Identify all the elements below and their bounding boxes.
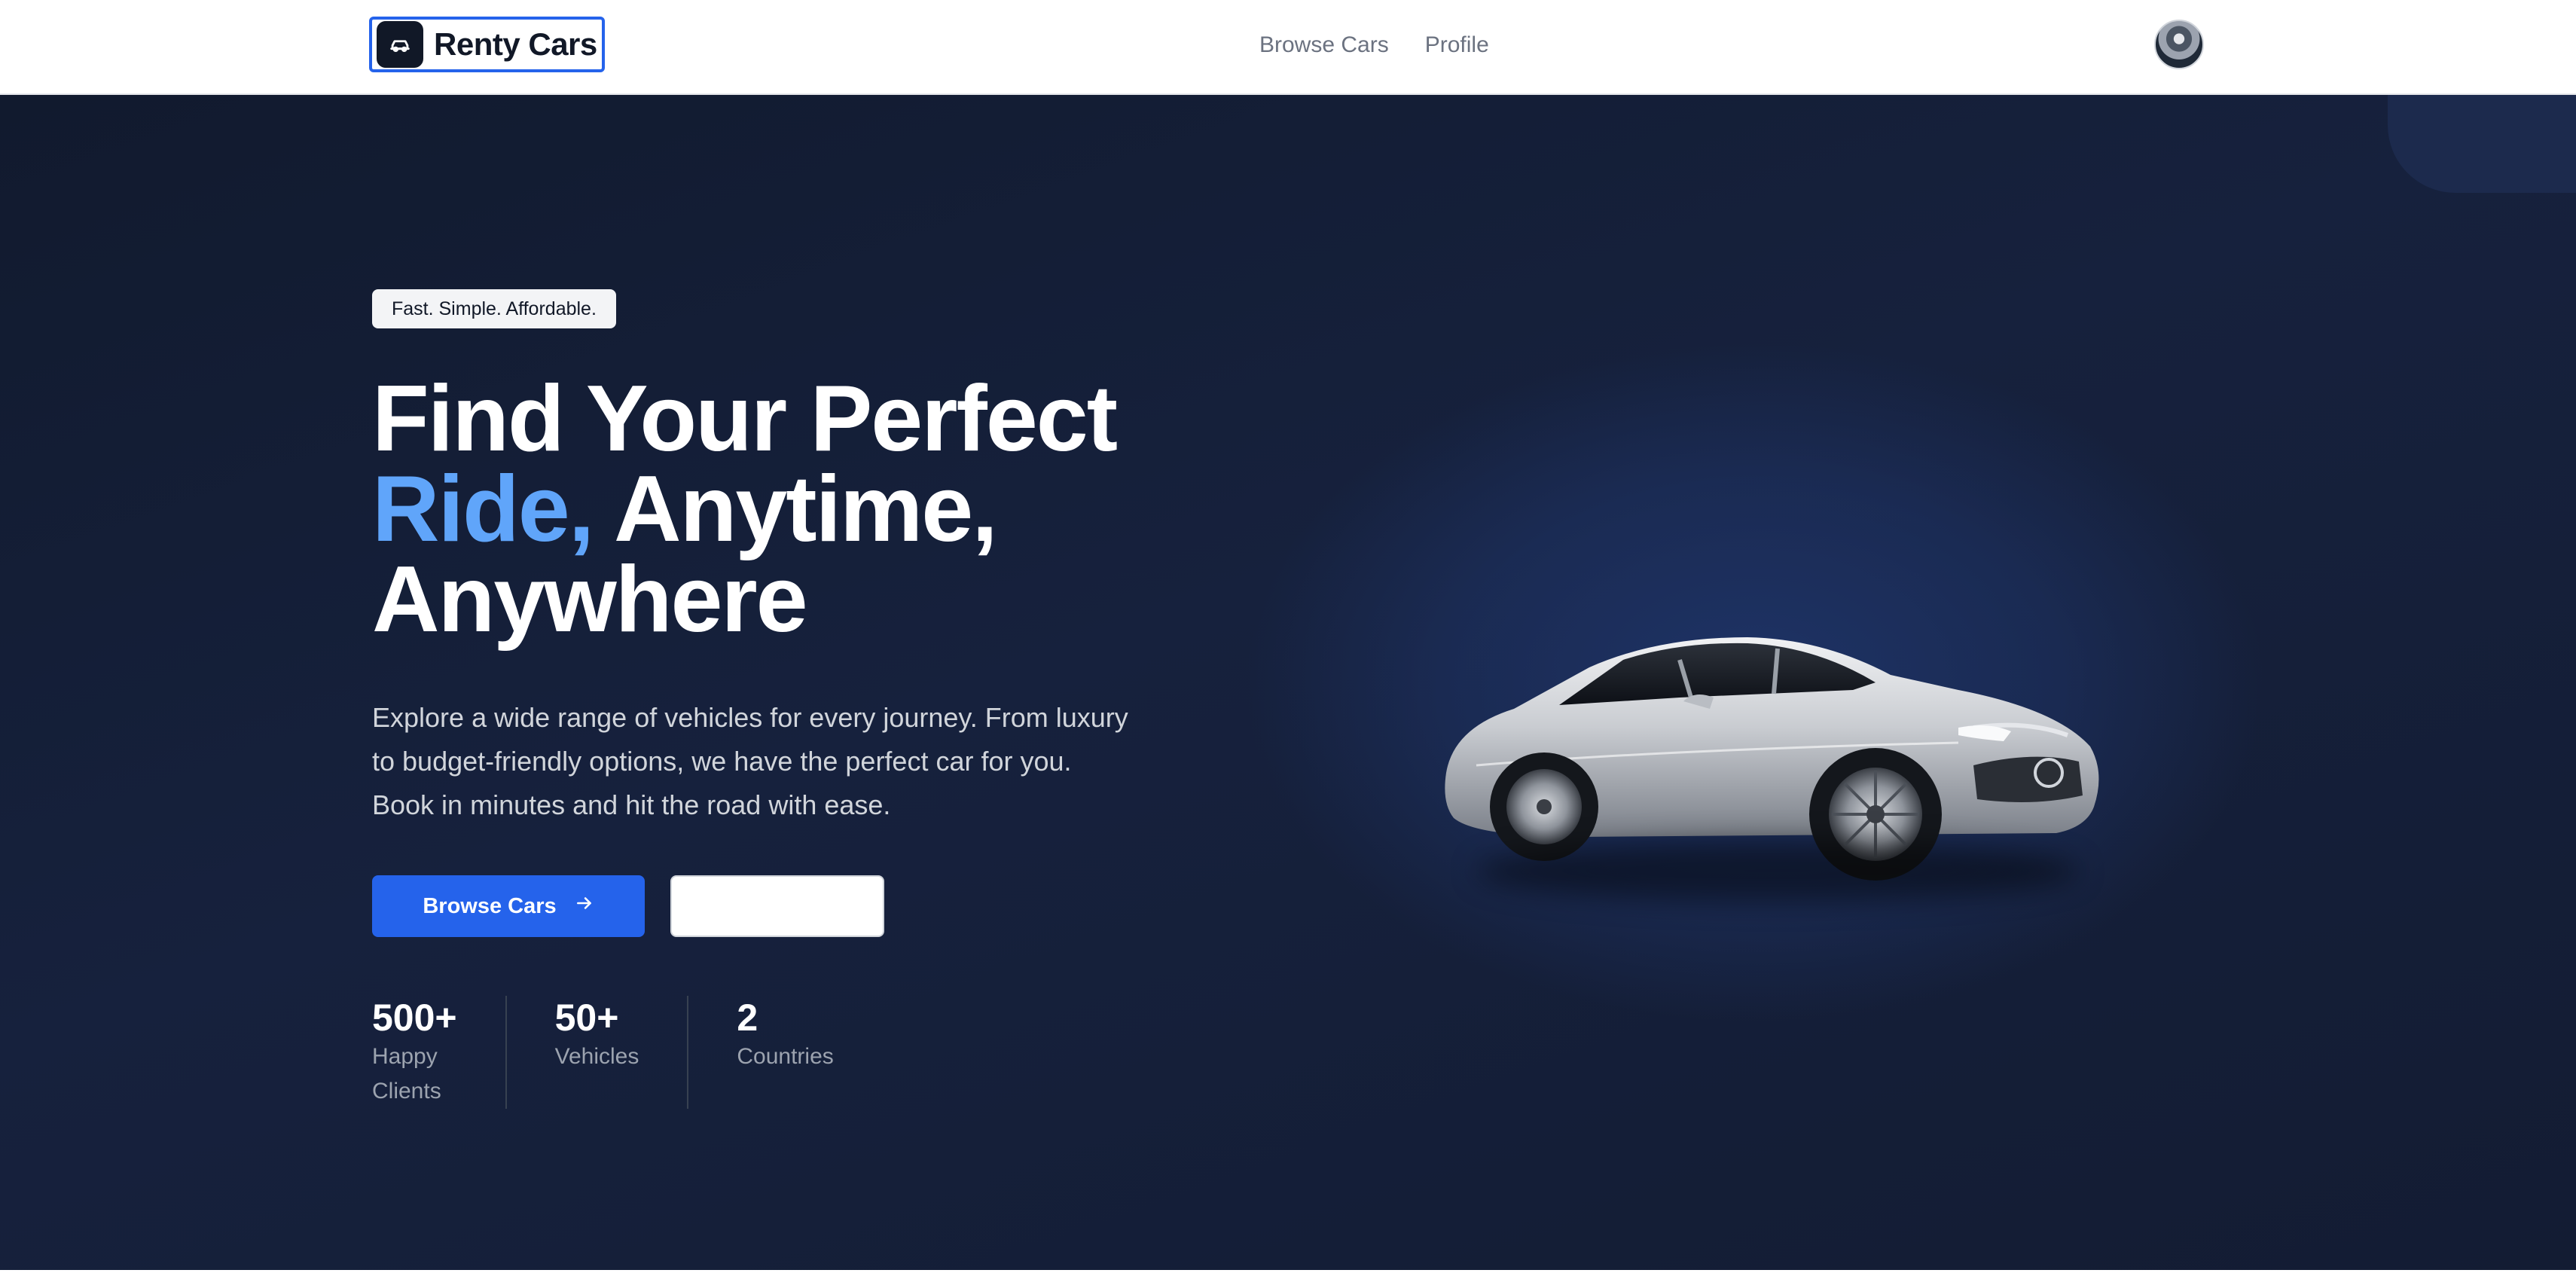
tagline-badge: Fast. Simple. Affordable. bbox=[372, 289, 616, 328]
hero-description: Explore a wide range of vehicles for eve… bbox=[372, 702, 1128, 820]
browse-cars-button-label: Browse Cars bbox=[423, 893, 557, 918]
hero-car-image bbox=[1431, 547, 2109, 939]
headline-accent: Ride, bbox=[372, 457, 594, 561]
secondary-button[interactable] bbox=[670, 875, 884, 937]
stat-value: 500+ bbox=[372, 997, 457, 1039]
stat-label: Happy Clients bbox=[372, 1044, 441, 1104]
headline-line-1: Find Your Perfect bbox=[372, 367, 1118, 471]
car-icon bbox=[377, 21, 423, 68]
stats-row: 500+ Happy Clients 50+ Vehicles 2 Countr… bbox=[372, 996, 882, 1109]
stat-value: 2 bbox=[737, 997, 758, 1039]
stat-label: Countries bbox=[737, 1044, 834, 1069]
car-shadow bbox=[1476, 841, 2079, 901]
arrow-right-icon bbox=[575, 893, 594, 919]
stat-item: 2 Countries bbox=[687, 996, 881, 1109]
user-avatar[interactable] bbox=[2154, 20, 2204, 69]
headline-line-2: Anytime, bbox=[593, 457, 998, 561]
nav-link-browse-cars[interactable]: Browse Cars bbox=[1259, 29, 1389, 62]
headline-line-3: Anywhere bbox=[372, 548, 808, 652]
navbar: Renty Cars Browse Cars Profile bbox=[0, 0, 2576, 95]
main-nav: Browse Cars Profile bbox=[1259, 29, 1489, 62]
brand-name: Renty Cars bbox=[434, 26, 597, 62]
browse-cars-button[interactable]: Browse Cars bbox=[372, 875, 645, 937]
stat-item: 500+ Happy Clients bbox=[372, 996, 505, 1109]
hero-headline: Find Your Perfect Ride, Anytime, Anywher… bbox=[372, 372, 1201, 646]
stat-label: Vehicles bbox=[554, 1044, 639, 1069]
brand-home-link[interactable]: Renty Cars bbox=[369, 17, 605, 72]
hero-section: Fast. Simple. Affordable. Find Your Perf… bbox=[0, 95, 2576, 1270]
stat-item: 50+ Vehicles bbox=[505, 996, 688, 1109]
decorative-shape bbox=[2388, 95, 2576, 193]
nav-link-profile[interactable]: Profile bbox=[1425, 29, 1489, 62]
stat-value: 50+ bbox=[554, 997, 619, 1039]
